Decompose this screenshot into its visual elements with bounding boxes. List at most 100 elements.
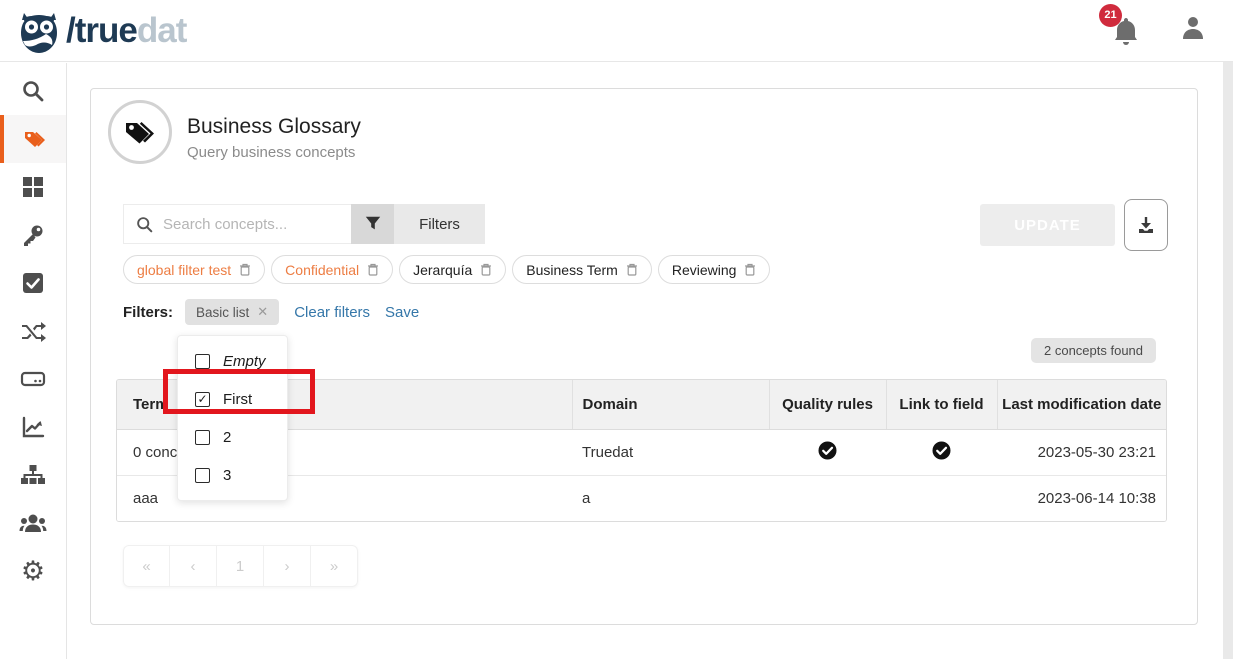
sidebar-item-structures[interactable]	[0, 355, 66, 403]
chart-icon	[21, 415, 45, 439]
search-field-wrap	[123, 204, 351, 244]
checkbox-unchecked-icon[interactable]	[195, 354, 210, 369]
notifications-button[interactable]: 21	[1113, 16, 1141, 46]
cell-last-modification-date: 2023-05-30 23:21	[997, 429, 1166, 475]
cell-last-modification-date: 2023-06-14 10:38	[997, 475, 1166, 521]
dropdown-option-2[interactable]: 2	[178, 418, 287, 456]
gear-icon: ⚙	[21, 558, 45, 585]
column-header-quality-rules[interactable]: Quality rules	[769, 380, 886, 429]
chip-label: Reviewing	[672, 262, 737, 278]
column-header-last-modification-date[interactable]: Last modification date	[997, 380, 1166, 429]
term-filter-dropdown: Empty ✓ First 2 3	[177, 335, 288, 501]
clear-filters-link[interactable]: Clear filters	[294, 304, 370, 321]
dropdown-option-label: First	[223, 391, 252, 408]
sidebar-item-settings[interactable]: ⚙	[0, 547, 66, 595]
sidebar-item-users[interactable]	[0, 499, 66, 547]
chip-label: Business Term	[526, 262, 618, 278]
filter-chip[interactable]: global filter test	[123, 255, 265, 284]
search-input[interactable]	[163, 216, 333, 233]
check-circle-icon	[818, 441, 837, 460]
cell-quality-rules	[769, 475, 886, 521]
filters-label: Filters:	[123, 304, 173, 321]
check-square-icon	[21, 271, 45, 295]
shuffle-icon	[20, 320, 46, 342]
column-header-domain[interactable]: Domain	[572, 380, 769, 429]
pagination-next-button[interactable]: ›	[264, 545, 311, 587]
update-button[interactable]: UPDATE	[980, 204, 1115, 246]
sitemap-icon	[20, 463, 46, 487]
glossary-header-icon	[108, 100, 172, 164]
trash-icon[interactable]	[480, 263, 492, 276]
trash-icon[interactable]	[239, 263, 251, 276]
dropdown-option-label: 2	[223, 429, 231, 446]
check-circle-icon	[932, 441, 951, 460]
column-header-link-to-field[interactable]: Link to field	[886, 380, 997, 429]
tags-icon	[22, 126, 48, 152]
pagination-last-button[interactable]: »	[311, 545, 358, 587]
sidebar-item-rules[interactable]	[0, 259, 66, 307]
cell-link-to-field	[886, 429, 997, 475]
truedat-logo[interactable]: /truedat	[16, 7, 186, 55]
saved-filters-bar: Filters: Basic list ✕ Clear filters Save	[123, 299, 419, 325]
checkbox-checked-icon[interactable]: ✓	[195, 392, 210, 407]
search-icon	[136, 216, 153, 233]
pagination-prev-button[interactable]: ‹	[170, 545, 217, 587]
user-icon	[1181, 15, 1205, 41]
users-icon	[19, 512, 47, 534]
page-title: Business Glossary	[187, 115, 361, 139]
search-toolbar: Filters	[123, 204, 485, 244]
sidebar-item-lineage[interactable]	[0, 307, 66, 355]
saved-filter-chip[interactable]: Basic list ✕	[185, 299, 279, 325]
page-scrollbar[interactable]	[1223, 62, 1233, 659]
filter-funnel-button[interactable]	[351, 204, 394, 244]
sidebar-item-dashboard[interactable]	[0, 163, 66, 211]
results-count-badge: 2 concepts found	[1031, 338, 1156, 363]
sidebar-item-permissions[interactable]	[0, 211, 66, 259]
download-button[interactable]	[1124, 199, 1168, 251]
notification-count-badge: 21	[1099, 4, 1122, 27]
saved-filter-name: Basic list	[196, 305, 249, 320]
chip-label: Confidential	[285, 262, 359, 278]
pagination-first-button[interactable]: «	[123, 545, 170, 587]
topbar: /truedat 21	[0, 0, 1233, 62]
cell-domain: Truedat	[572, 429, 769, 475]
save-filters-link[interactable]: Save	[385, 304, 419, 321]
filter-chip[interactable]: Confidential	[271, 255, 393, 284]
cell-link-to-field	[886, 475, 997, 521]
filter-chip[interactable]: Jerarquía	[399, 255, 506, 284]
funnel-icon	[364, 215, 382, 233]
filters-button[interactable]: Filters	[394, 204, 485, 244]
dropdown-option-first[interactable]: ✓ First	[178, 380, 287, 418]
sidebar-item-glossary[interactable]	[0, 115, 66, 163]
dropdown-option-label: Empty	[223, 353, 266, 370]
sidebar-item-analytics[interactable]	[0, 403, 66, 451]
sidebar-item-search[interactable]	[0, 67, 66, 115]
filter-chip[interactable]: Business Term	[512, 255, 652, 284]
cell-quality-rules	[769, 429, 886, 475]
trash-icon[interactable]	[744, 263, 756, 276]
page-subtitle: Query business concepts	[187, 144, 355, 161]
filter-chip[interactable]: Reviewing	[658, 255, 771, 284]
grid-icon	[21, 175, 45, 199]
sidebar-item-taxonomy[interactable]	[0, 451, 66, 499]
trash-icon[interactable]	[626, 263, 638, 276]
chip-label: Jerarquía	[413, 262, 472, 278]
server-icon	[20, 368, 46, 390]
checkbox-unchecked-icon[interactable]	[195, 468, 210, 483]
sidebar: ⚙	[0, 63, 67, 659]
active-filter-chips: global filter test Confidential Jerarquí…	[123, 255, 770, 284]
dropdown-option-empty[interactable]: Empty	[178, 342, 287, 380]
trash-icon[interactable]	[367, 263, 379, 276]
logo-wordmark: /truedat	[66, 13, 186, 48]
key-icon	[21, 223, 45, 247]
chip-label: global filter test	[137, 262, 231, 278]
dropdown-option-label: 3	[223, 467, 231, 484]
cell-domain: a	[572, 475, 769, 521]
download-icon	[1136, 215, 1156, 235]
checkbox-unchecked-icon[interactable]	[195, 430, 210, 445]
pagination-page-1-button[interactable]: 1	[217, 545, 264, 587]
search-icon	[21, 79, 45, 103]
dropdown-option-3[interactable]: 3	[178, 456, 287, 494]
remove-saved-filter-icon[interactable]: ✕	[257, 304, 268, 320]
user-menu-button[interactable]	[1181, 15, 1205, 46]
